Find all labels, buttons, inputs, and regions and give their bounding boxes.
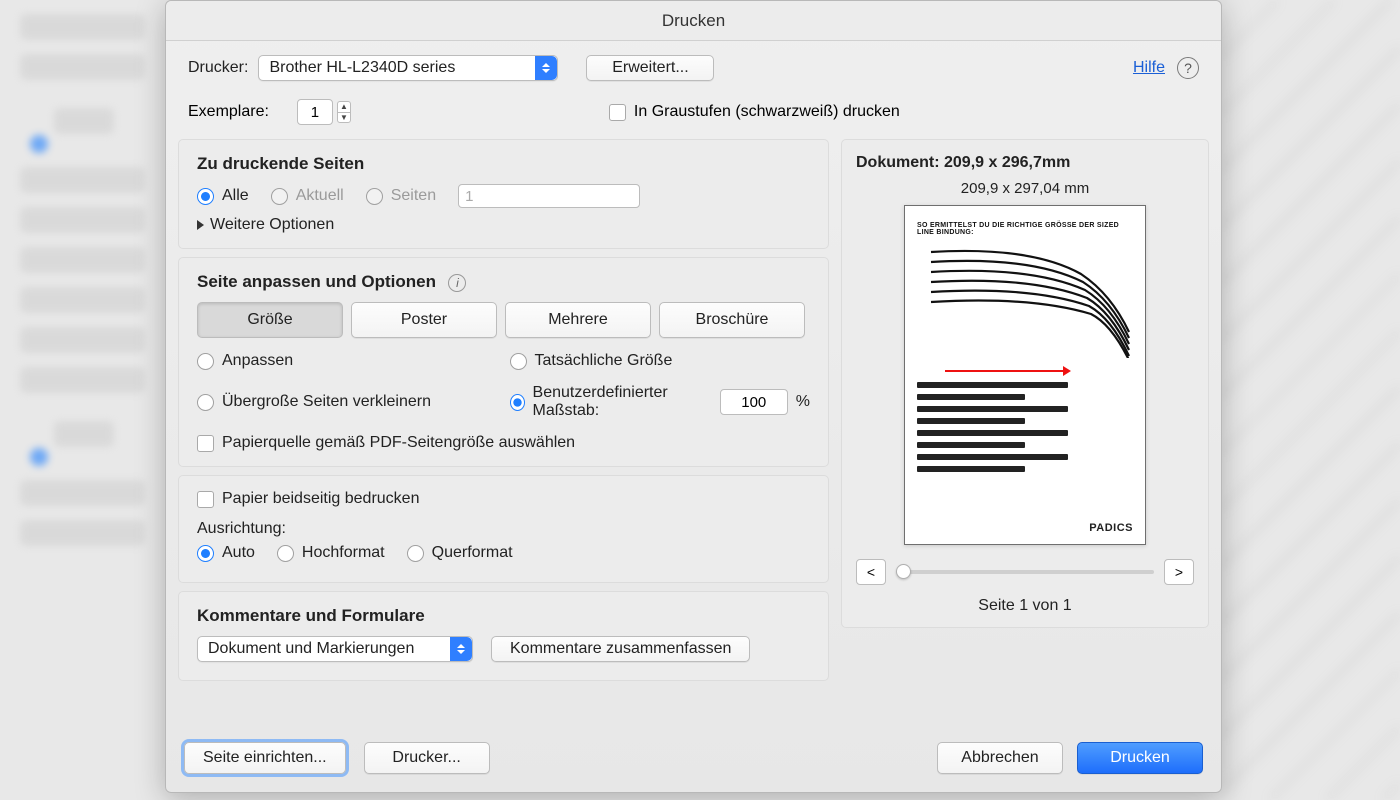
actual-size-radio[interactable]: Tatsächliche Größe <box>510 352 811 370</box>
select-arrows-icon <box>535 56 557 80</box>
pages-heading: Zu druckende Seiten <box>197 154 810 174</box>
orient-landscape-radio[interactable]: Querformat <box>407 544 513 562</box>
copies-input[interactable] <box>297 99 333 125</box>
fit-heading: Seite anpassen und Optionen <box>197 272 436 291</box>
document-dimensions-label: Dokument: 209,9 x 296,7mm <box>856 154 1194 172</box>
help-icon[interactable]: ? <box>1177 57 1199 79</box>
printer-label: Drucker: <box>188 59 248 77</box>
printer-setup-button[interactable]: Drucker... <box>364 742 490 774</box>
pages-all-radio[interactable]: Alle <box>197 187 249 205</box>
grayscale-label: In Graustufen (schwarzweiß) drucken <box>634 103 900 121</box>
help-link[interactable]: Hilfe <box>1133 59 1165 77</box>
info-icon[interactable]: i <box>448 274 466 292</box>
preview-graphic-icon <box>911 238 1141 358</box>
page-setup-button[interactable]: Seite einrichten... <box>184 742 346 774</box>
print-dialog: Drucken Drucker: Brother HL-L2340D serie… <box>165 0 1222 793</box>
pages-current-radio[interactable]: Aktuell <box>271 187 344 205</box>
printer-select[interactable]: Brother HL-L2340D series <box>258 55 558 81</box>
preview-logo: PADICS <box>1089 522 1133 534</box>
preview-arrow-icon <box>945 370 1065 372</box>
preview-next-button[interactable]: > <box>1164 559 1194 585</box>
pages-panel: Zu druckende Seiten Alle Aktuell Seiten … <box>178 139 829 249</box>
advanced-button[interactable]: Erweitert... <box>586 55 714 81</box>
grayscale-checkbox[interactable] <box>609 104 626 121</box>
stepper-down-icon[interactable]: ▼ <box>337 112 351 123</box>
copies-stepper[interactable]: ▲▼ <box>297 99 351 125</box>
comments-heading: Kommentare und Formulare <box>197 606 810 626</box>
printer-select-value: Brother HL-L2340D series <box>269 59 455 76</box>
paper-source-label: Papierquelle gemäß PDF-Seitengröße auswä… <box>222 434 575 452</box>
comments-select-value: Dokument und Markierungen <box>208 640 414 657</box>
fit-panel: Seite anpassen und Optionen i Größe Post… <box>178 257 829 467</box>
preview-page-title: SO ERMITTELST DU DIE RICHTIGE GRÖSSE DER… <box>917 222 1133 236</box>
paper-dimensions-label: 209,9 x 297,04 mm <box>856 180 1194 197</box>
paper-source-checkbox[interactable] <box>197 435 214 452</box>
copies-label: Exemplare: <box>188 103 269 121</box>
dialog-title: Drucken <box>166 1 1221 41</box>
preview-prev-button[interactable]: < <box>856 559 886 585</box>
custom-scale-radio[interactable]: Benutzerdefinierter Maßstab: <box>510 384 712 420</box>
custom-scale-input[interactable] <box>720 389 788 415</box>
orient-portrait-radio[interactable]: Hochformat <box>277 544 385 562</box>
page-counter: Seite 1 von 1 <box>856 597 1194 615</box>
orientation-heading: Ausrichtung: <box>197 520 810 538</box>
duplex-label: Papier beidseitig bedrucken <box>222 490 419 508</box>
more-options-toggle[interactable]: Weitere Optionen <box>197 216 810 234</box>
shrink-radio[interactable]: Übergroße Seiten verkleinern <box>197 393 498 411</box>
cancel-button[interactable]: Abbrechen <box>937 742 1063 774</box>
duplex-orientation-panel: Papier beidseitig bedrucken Ausrichtung:… <box>178 475 829 583</box>
preview-page-slider[interactable] <box>896 570 1154 574</box>
comments-select[interactable]: Dokument und Markierungen <box>197 636 473 662</box>
comments-panel: Kommentare und Formulare Dokument und Ma… <box>178 591 829 681</box>
duplex-checkbox[interactable] <box>197 491 214 508</box>
pages-range-input[interactable] <box>458 184 640 208</box>
print-button[interactable]: Drucken <box>1077 742 1203 774</box>
tab-poster[interactable]: Poster <box>351 302 497 338</box>
stepper-up-icon[interactable]: ▲ <box>337 101 351 112</box>
tab-multiple[interactable]: Mehrere <box>505 302 651 338</box>
tab-booklet[interactable]: Broschüre <box>659 302 805 338</box>
select-arrows-icon <box>450 637 472 661</box>
pages-range-radio[interactable]: Seiten <box>366 187 436 205</box>
summarize-comments-button[interactable]: Kommentare zusammenfassen <box>491 636 750 662</box>
preview-panel: Dokument: 209,9 x 296,7mm 209,9 x 297,04… <box>841 139 1209 628</box>
fit-radio[interactable]: Anpassen <box>197 352 498 370</box>
orient-auto-radio[interactable]: Auto <box>197 544 255 562</box>
tab-size[interactable]: Größe <box>197 302 343 338</box>
slider-thumb[interactable] <box>896 564 911 579</box>
percent-label: % <box>796 393 810 411</box>
disclosure-triangle-icon <box>197 220 204 230</box>
page-preview: SO ERMITTELST DU DIE RICHTIGE GRÖSSE DER… <box>904 205 1146 545</box>
